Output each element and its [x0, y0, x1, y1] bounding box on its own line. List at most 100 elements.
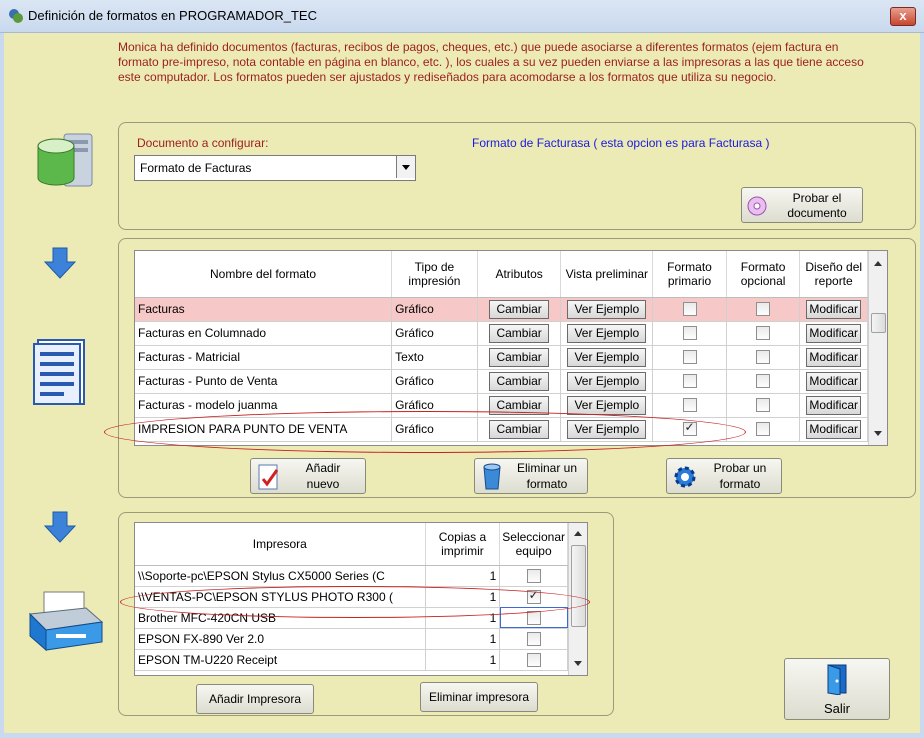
- printer-copies-cell[interactable]: 1: [425, 565, 501, 587]
- format-name-cell[interactable]: IMPRESION PARA PUNTO DE VENTA: [135, 417, 393, 442]
- document-select[interactable]: Formato de Facturas: [134, 155, 416, 181]
- col-optional[interactable]: Formato opcional: [726, 251, 801, 298]
- close-button[interactable]: x: [890, 7, 916, 26]
- view-example-button[interactable]: Ver Ejemplo: [567, 371, 647, 391]
- optional-format-checkbox[interactable]: [756, 326, 771, 341]
- format-name-cell[interactable]: Facturas en Columnado: [135, 321, 393, 346]
- table-row[interactable]: Facturas en Columnado Gráfico Cambiar Ver E…: [135, 321, 868, 346]
- col-printer[interactable]: Impresora: [135, 523, 426, 566]
- change-attributes-button[interactable]: Cambiar: [489, 419, 549, 439]
- formats-grid: Nombre del formato Tipo de impresión Atr…: [135, 251, 868, 442]
- table-row[interactable]: Facturas Gráfico Cambiar Ver Ejemplo Modific…: [135, 297, 868, 322]
- format-name-cell[interactable]: Facturas - Matricial: [135, 345, 393, 370]
- view-example-button[interactable]: Ver Ejemplo: [567, 395, 647, 415]
- view-example-button[interactable]: Ver Ejemplo: [567, 323, 647, 343]
- change-attributes-button[interactable]: Cambiar: [489, 299, 549, 319]
- table-row[interactable]: Facturas - Matricial Texto Cambiar Ver Ejem…: [135, 345, 868, 370]
- optional-format-checkbox[interactable]: [756, 422, 771, 437]
- table-row[interactable]: IMPRESION PARA PUNTO DE VENTA Gráfico Camb…: [135, 417, 868, 442]
- select-printer-checkbox[interactable]: [526, 610, 541, 625]
- printer-name-cell[interactable]: EPSON TM-U220 Receipt: [135, 649, 426, 671]
- col-copies[interactable]: Copias a imprimir: [425, 523, 501, 566]
- col-select[interactable]: Seleccionar equipo: [499, 523, 568, 566]
- optional-format-checkbox[interactable]: [756, 302, 771, 317]
- printer-copies-cell[interactable]: 1: [425, 649, 501, 671]
- table-row[interactable]: Brother MFC-420CN USB 1: [135, 607, 568, 629]
- change-attributes-button[interactable]: Cambiar: [489, 323, 549, 343]
- format-name-cell[interactable]: Facturas: [135, 297, 393, 322]
- col-type[interactable]: Tipo de impresión: [391, 251, 478, 298]
- add-printer-button[interactable]: Añadir Impresora: [196, 684, 314, 714]
- formats-scrollbar[interactable]: [868, 251, 887, 445]
- select-printer-checkbox[interactable]: [526, 631, 541, 646]
- modify-design-button[interactable]: Modificar: [806, 371, 862, 391]
- printers-scrollbar[interactable]: [568, 523, 587, 675]
- view-example-button[interactable]: Ver Ejemplo: [567, 347, 647, 367]
- add-format-button[interactable]: Añadir nuevo: [250, 458, 366, 494]
- table-row[interactable]: \\VENTAS-PC\EPSON STYLUS PHOTO R300 (1: [135, 586, 568, 608]
- chevron-down-icon[interactable]: [396, 156, 415, 178]
- col-preview[interactable]: Vista preliminar: [560, 251, 654, 298]
- format-type-cell[interactable]: Gráfico: [391, 297, 478, 322]
- format-name-cell[interactable]: Facturas - modelo juanma: [135, 393, 393, 418]
- col-attrs[interactable]: Atributos: [477, 251, 562, 298]
- modify-design-button[interactable]: Modificar: [806, 323, 862, 343]
- select-printer-checkbox[interactable]: [526, 588, 541, 604]
- change-attributes-button[interactable]: Cambiar: [489, 371, 549, 391]
- change-attributes-button[interactable]: Cambiar: [489, 347, 549, 367]
- test-format-button[interactable]: Probar un formato: [666, 458, 782, 494]
- view-example-button[interactable]: Ver Ejemplo: [567, 299, 647, 319]
- select-printer-checkbox[interactable]: [526, 568, 541, 583]
- format-type-cell[interactable]: Gráfico: [391, 321, 478, 346]
- primary-format-checkbox[interactable]: [682, 420, 697, 437]
- modify-design-button[interactable]: Modificar: [806, 419, 862, 439]
- printer-name-cell[interactable]: Brother MFC-420CN USB: [135, 607, 426, 629]
- table-row[interactable]: EPSON TM-U220 Receipt 1: [135, 649, 568, 671]
- printer-copies-cell[interactable]: 1: [425, 628, 501, 650]
- scroll-down-icon[interactable]: [874, 431, 882, 436]
- formats-scroll-thumb[interactable]: [871, 313, 886, 333]
- printer-copies-cell[interactable]: 1: [425, 586, 501, 608]
- intro-text: Monica ha definido documentos (facturas,…: [118, 40, 864, 84]
- format-name-cell[interactable]: Facturas - Punto de Venta: [135, 369, 393, 394]
- table-row[interactable]: \\Soporte-pc\EPSON Stylus CX5000 Series …: [135, 565, 568, 587]
- delete-format-button[interactable]: Eliminar un formato: [474, 458, 588, 494]
- scroll-down-icon[interactable]: [574, 661, 582, 666]
- col-primary[interactable]: Formato primario: [652, 251, 727, 298]
- primary-format-checkbox[interactable]: [682, 326, 697, 341]
- col-name[interactable]: Nombre del formato: [135, 251, 393, 298]
- optional-format-checkbox[interactable]: [756, 350, 771, 365]
- primary-format-checkbox[interactable]: [682, 302, 697, 317]
- optional-format-checkbox[interactable]: [756, 398, 771, 413]
- col-design[interactable]: Diseño del reporte: [799, 251, 868, 298]
- printer-name-cell[interactable]: \\VENTAS-PC\EPSON STYLUS PHOTO R300 (: [135, 586, 426, 608]
- primary-format-checkbox[interactable]: [682, 398, 697, 413]
- format-type-cell[interactable]: Texto: [391, 345, 478, 370]
- printer-name-cell[interactable]: EPSON FX-890 Ver 2.0: [135, 628, 426, 650]
- modify-design-button[interactable]: Modificar: [806, 395, 862, 415]
- title-bar: Definición de formatos en PROGRAMADOR_TE…: [0, 0, 924, 33]
- printers-scroll-thumb[interactable]: [571, 545, 586, 627]
- disc-icon: [747, 196, 767, 216]
- test-document-button[interactable]: Probar el documento: [741, 187, 863, 223]
- modify-design-button[interactable]: Modificar: [806, 347, 862, 367]
- view-example-button[interactable]: Ver Ejemplo: [567, 419, 647, 439]
- table-row[interactable]: Facturas - modelo juanma Gráfico Cambiar Ve…: [135, 393, 868, 418]
- delete-printer-button[interactable]: Eliminar impresora: [420, 682, 538, 712]
- optional-format-checkbox[interactable]: [756, 374, 771, 389]
- modify-design-button[interactable]: Modificar: [806, 299, 862, 319]
- format-type-cell[interactable]: Gráfico: [391, 369, 478, 394]
- format-type-cell[interactable]: Gráfico: [391, 417, 478, 442]
- exit-button[interactable]: Salir: [784, 658, 890, 720]
- table-row[interactable]: EPSON FX-890 Ver 2.0 1: [135, 628, 568, 650]
- change-attributes-button[interactable]: Cambiar: [489, 395, 549, 415]
- scroll-up-icon[interactable]: [574, 531, 582, 536]
- table-row[interactable]: Facturas - Punto de Venta Gráfico Cambiar V…: [135, 369, 868, 394]
- select-printer-checkbox[interactable]: [526, 652, 541, 667]
- scroll-up-icon[interactable]: [874, 261, 882, 266]
- primary-format-checkbox[interactable]: [682, 350, 697, 365]
- printer-name-cell[interactable]: \\Soporte-pc\EPSON Stylus CX5000 Series …: [135, 565, 426, 587]
- printer-copies-cell[interactable]: 1: [425, 607, 501, 629]
- primary-format-checkbox[interactable]: [682, 374, 697, 389]
- format-type-cell[interactable]: Gráfico: [391, 393, 478, 418]
